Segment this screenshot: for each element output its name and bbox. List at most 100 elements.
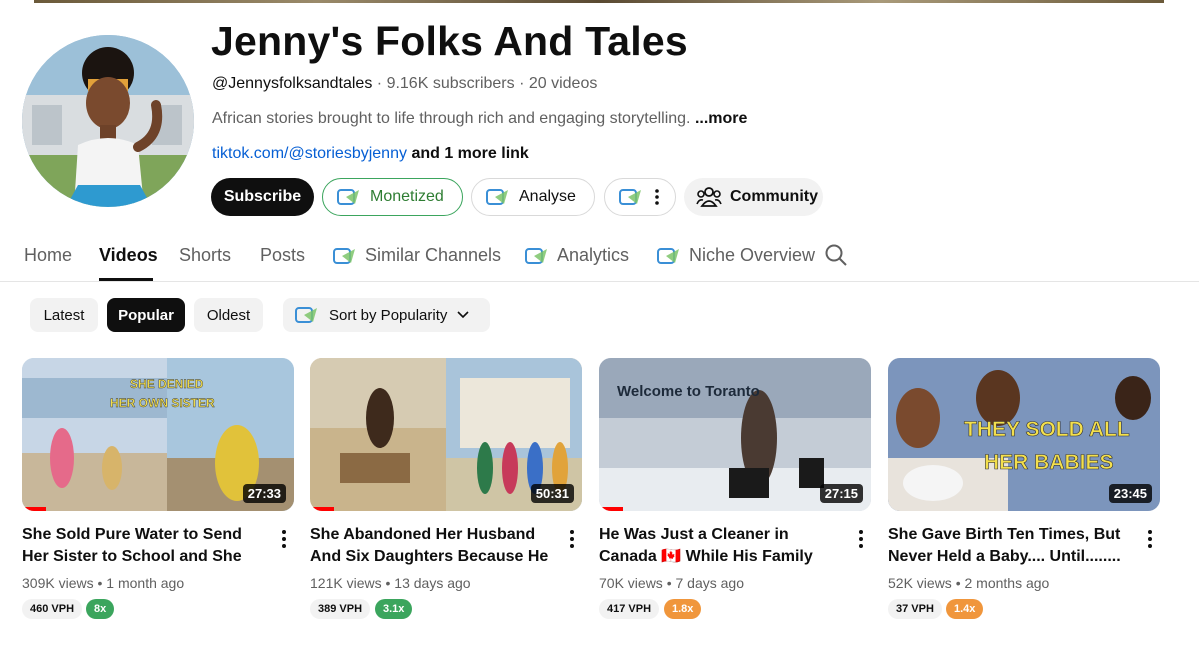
view-count: 121K views [310, 575, 382, 591]
search-icon [825, 244, 847, 266]
subscribe-button[interactable]: Subscribe [211, 178, 314, 216]
active-tab-indicator [99, 278, 153, 281]
channel-name: Jenny's Folks And Tales [211, 18, 688, 64]
channel-links: tiktok.com/@storiesbyjenny and 1 more li… [212, 145, 529, 163]
filter-oldest[interactable]: Oldest [194, 298, 263, 332]
tab-posts[interactable]: Posts [260, 245, 305, 266]
watch-progress-bar [22, 507, 46, 511]
video-menu-icon[interactable] [1143, 528, 1157, 548]
video-title[interactable]: He Was Just a Cleaner in Canada 🇨🇦 While… [599, 524, 843, 568]
video-title[interactable]: She Gave Birth Ten Times, But Never Held… [888, 524, 1132, 568]
video-title[interactable]: She Sold Pure Water to Send Her Sister t… [22, 524, 266, 568]
multiplier-badge: 1.4x [946, 599, 984, 619]
video-duration: 23:45 [1108, 484, 1152, 503]
watch-progress-bar [310, 507, 334, 511]
channel-description[interactable]: African stories brought to life through … [212, 110, 747, 128]
video-card[interactable]: Welcome to Toranto 27:15 He Was Just a C… [599, 358, 871, 619]
channel-search-button[interactable] [824, 243, 848, 267]
chip-label: Popular [118, 306, 174, 324]
vph-badge: 417 VPH [599, 599, 660, 619]
more-vertical-icon [655, 189, 659, 205]
thumbnail-caption: THEY SOLD ALL [964, 418, 1130, 441]
community-label: Community [730, 188, 818, 205]
video-meta: 121K views • 13 days ago [310, 575, 471, 591]
monetized-label: Monetized [370, 188, 444, 205]
tab-label: Analytics [557, 245, 630, 265]
tab-label: Home [24, 245, 73, 265]
meta-separator: · [376, 75, 383, 92]
video-count: 20 videos [528, 75, 598, 92]
video-duration: 50:31 [530, 484, 574, 503]
extension-logo-icon [295, 307, 317, 323]
chip-label: Oldest [206, 306, 251, 324]
extension-logo-icon [337, 189, 359, 205]
description-text: African stories brought to life through … [212, 110, 691, 127]
channel-tabs: Home Videos Shorts Posts Similar Channel… [0, 237, 1199, 282]
video-thumbnail[interactable]: Welcome to Toranto 27:15 [599, 358, 871, 511]
video-thumbnail[interactable]: 50:31 [310, 358, 582, 511]
watch-progress-bar [599, 507, 623, 511]
tab-shorts[interactable]: Shorts [179, 245, 231, 266]
thumbnail-caption: SHE DENIED [130, 377, 204, 391]
extension-logo-icon [657, 247, 679, 264]
video-duration: 27:33 [242, 484, 286, 503]
thumbnail-caption: HER OWN SISTER [110, 396, 215, 410]
video-duration: 27:15 [819, 484, 863, 503]
extension-logo-icon [333, 247, 355, 264]
tab-analytics[interactable]: Analytics [525, 245, 629, 266]
video-card[interactable]: 50:31 She Abandoned Her Husband And Six … [310, 358, 582, 619]
extension-logo-icon [619, 189, 641, 205]
video-menu-icon[interactable] [854, 528, 868, 548]
vph-badge: 37 VPH [888, 599, 942, 619]
tab-home[interactable]: Home [24, 245, 72, 266]
description-more-link[interactable]: ...more [695, 110, 747, 127]
vph-badge: 460 VPH [22, 599, 83, 619]
chip-label: Latest [43, 306, 85, 324]
tab-videos[interactable]: Videos [99, 245, 158, 266]
tab-similar-channels[interactable]: Similar Channels [333, 245, 501, 266]
community-button[interactable]: Community [684, 178, 823, 216]
upload-age: 2 months ago [964, 575, 1050, 591]
monetized-button[interactable]: Monetized [322, 178, 463, 216]
sort-dropdown[interactable]: Sort by Popularity [283, 298, 490, 332]
view-count: 70K views [599, 575, 663, 591]
analyse-button[interactable]: Analyse [471, 178, 595, 216]
upload-age: 1 month ago [106, 575, 185, 591]
view-count: 309K views [22, 575, 94, 591]
video-card[interactable]: THEY SOLD ALL HER BABIES 23:45 She Gave … [888, 358, 1160, 619]
video-meta: 309K views • 1 month ago [22, 575, 185, 591]
video-meta: 70K views • 7 days ago [599, 575, 744, 591]
video-card[interactable]: SHE DENIED HER OWN SISTER 27:33 She Sold… [22, 358, 294, 619]
multiplier-badge: 1.8x [664, 599, 702, 619]
view-count: 52K views [888, 575, 952, 591]
vph-badge: 389 VPH [310, 599, 371, 619]
upload-age: 7 days ago [675, 575, 745, 591]
tab-label: Shorts [179, 245, 232, 265]
subscriber-count: 9.16K subscribers [386, 75, 515, 92]
tab-label: Similar Channels [365, 245, 502, 265]
channel-avatar[interactable] [22, 35, 194, 207]
thumbnail-caption: Welcome to Toranto [617, 383, 760, 400]
tab-label: Niche Overview [689, 245, 816, 265]
subscribe-label: Subscribe [223, 188, 302, 205]
community-people-icon [696, 187, 722, 207]
multiplier-badge: 3.1x [375, 599, 413, 619]
filter-latest[interactable]: Latest [30, 298, 98, 332]
channel-meta: @Jennysfolksandtales · 9.16K subscribers… [212, 75, 597, 93]
tab-niche-overview[interactable]: Niche Overview [657, 245, 815, 266]
upload-age: 13 days ago [394, 575, 471, 591]
video-menu-icon[interactable] [277, 528, 291, 548]
video-thumbnail[interactable]: SHE DENIED HER OWN SISTER 27:33 [22, 358, 294, 511]
extension-logo-icon [486, 189, 508, 205]
more-links-button[interactable]: and 1 more link [411, 145, 528, 162]
thumbnail-caption: HER BABIES [984, 451, 1114, 474]
extension-more-button[interactable] [604, 178, 676, 216]
video-menu-icon[interactable] [565, 528, 579, 548]
video-thumbnail[interactable]: THEY SOLD ALL HER BABIES 23:45 [888, 358, 1160, 511]
channel-banner-edge [34, 0, 1164, 3]
filter-popular[interactable]: Popular [107, 298, 185, 332]
extension-logo-icon [525, 247, 547, 264]
tiktok-link[interactable]: tiktok.com/@storiesbyjenny [212, 145, 407, 162]
video-title[interactable]: She Abandoned Her Husband And Six Daught… [310, 524, 554, 568]
tab-label: Posts [260, 245, 306, 265]
